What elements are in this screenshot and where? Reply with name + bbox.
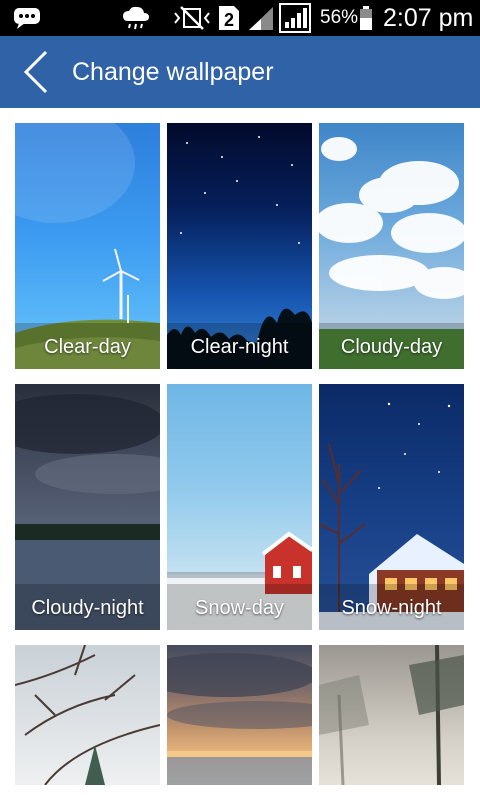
wallpaper-label: Snow-night (341, 597, 442, 619)
vibrate-mute-icon (172, 0, 212, 36)
wallpaper-tile-sunset[interactable] (167, 645, 312, 785)
wallpaper-label: Cloudy-day (340, 336, 443, 358)
back-button[interactable] (14, 44, 58, 100)
wallpaper-label: Clear-day (44, 336, 131, 358)
wallpaper-grid: Clear-day Clear-night Cloudy-day Cloudy-… (0, 108, 480, 800)
signal-icon (246, 0, 276, 36)
app-header: Change wallpaper (0, 36, 480, 108)
chevron-left-icon (22, 49, 50, 95)
rain-cloud-icon (120, 0, 152, 36)
signal-boxed-icon (278, 0, 312, 36)
wallpaper-label: Clear-night (190, 336, 289, 358)
wallpaper-tile-frosted-branches[interactable] (15, 645, 160, 785)
battery-icon (358, 0, 374, 36)
page-title: Change wallpaper (72, 58, 274, 86)
wallpaper-tile-snow-night[interactable]: Snow-night (319, 384, 464, 630)
sunset-scene (167, 653, 312, 785)
wallpaper-tile-cloudy-night[interactable]: Cloudy-night (15, 384, 160, 630)
wallpaper-label: Cloudy-night (31, 597, 144, 619)
battery-percentage: 56% (320, 7, 359, 28)
wallpaper-tile-clear-night[interactable]: Clear-night (167, 123, 312, 369)
svg-text:2: 2 (224, 10, 234, 30)
wallpaper-tile-snow-day[interactable]: Snow-day (167, 384, 312, 630)
sim-2-icon: 2 (217, 0, 241, 36)
frosted-branches-scene (15, 645, 160, 785)
chat-icon (12, 0, 42, 36)
wallpaper-tile-clear-day[interactable]: Clear-day (15, 123, 160, 369)
wallpaper-tile-foggy-forest[interactable] (319, 645, 464, 785)
status-bar: 2 56% 2:07 pm (0, 0, 480, 36)
wallpaper-label: Snow-day (195, 597, 284, 619)
wallpaper-tile-cloudy-day[interactable]: Cloudy-day (319, 123, 464, 369)
clock: 2:07 pm (383, 4, 474, 32)
foggy-forest-scene (319, 645, 464, 785)
